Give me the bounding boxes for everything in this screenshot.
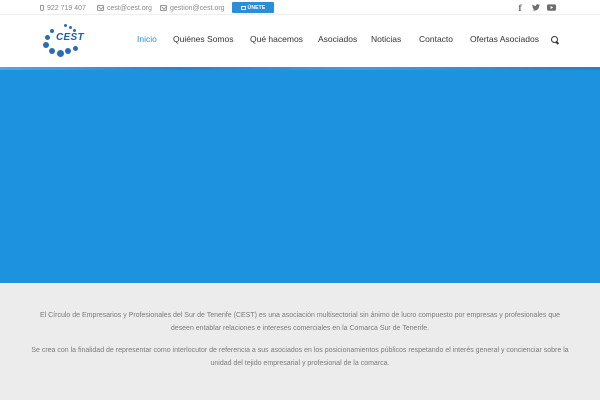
twitter-icon[interactable] <box>531 2 540 13</box>
hero-image-edge <box>0 67 600 70</box>
logo-dot <box>57 50 64 57</box>
id-card-icon <box>240 5 246 10</box>
top-bar: 922 719 407 cest@cest.org gestion@cest.o… <box>0 0 600 15</box>
intro-paragraph-2: Se crea con la finalidad de representar … <box>31 347 569 367</box>
email-contact-2[interactable]: gestion@cest.org <box>160 3 225 13</box>
mail-icon <box>97 5 104 11</box>
nav-item-asociados[interactable]: Asociados <box>318 34 357 44</box>
nav-item-quienes-somos[interactable]: Quiénes Somos <box>173 34 233 44</box>
logo-dot <box>69 26 72 29</box>
email-contact-1[interactable]: cest@cest.org <box>97 3 152 13</box>
logo-dot <box>64 24 67 27</box>
phone-icon <box>40 5 44 11</box>
join-button[interactable]: ÚNETE <box>232 2 274 13</box>
intro-section: El Círculo de Empresarios y Profesionale… <box>30 309 570 370</box>
nav-item-ofertas-asociados[interactable]: Ofertas Asociados <box>470 34 539 44</box>
search-icon[interactable] <box>551 36 559 44</box>
main-nav: Inicio Quiénes Somos Qué hacemos Asociad… <box>0 34 600 48</box>
youtube-icon[interactable] <box>546 2 556 13</box>
mail-icon <box>160 5 167 11</box>
email-address-2: gestion@cest.org <box>170 4 225 12</box>
phone-number: 922 719 407 <box>47 4 86 12</box>
email-address-1: cest@cest.org <box>107 4 152 12</box>
nav-item-que-hacemos[interactable]: Qué hacemos <box>250 34 303 44</box>
facebook-icon[interactable]: f <box>516 2 524 13</box>
site-header: CEST Inicio Quiénes Somos Qué hacemos As… <box>0 15 600 67</box>
nav-item-noticias[interactable]: Noticias <box>371 34 401 44</box>
nav-item-inicio[interactable]: Inicio <box>137 34 157 44</box>
join-button-label: ÚNETE <box>247 4 266 11</box>
nav-item-contacto[interactable]: Contacto <box>419 34 453 44</box>
logo-dot <box>65 48 71 54</box>
phone-contact[interactable]: 922 719 407 <box>40 3 86 13</box>
logo-dot <box>49 48 55 54</box>
intro-paragraph-1: El Círculo de Empresarios y Profesionale… <box>39 312 561 332</box>
logo-dot <box>50 29 54 33</box>
hero-banner <box>0 67 600 283</box>
